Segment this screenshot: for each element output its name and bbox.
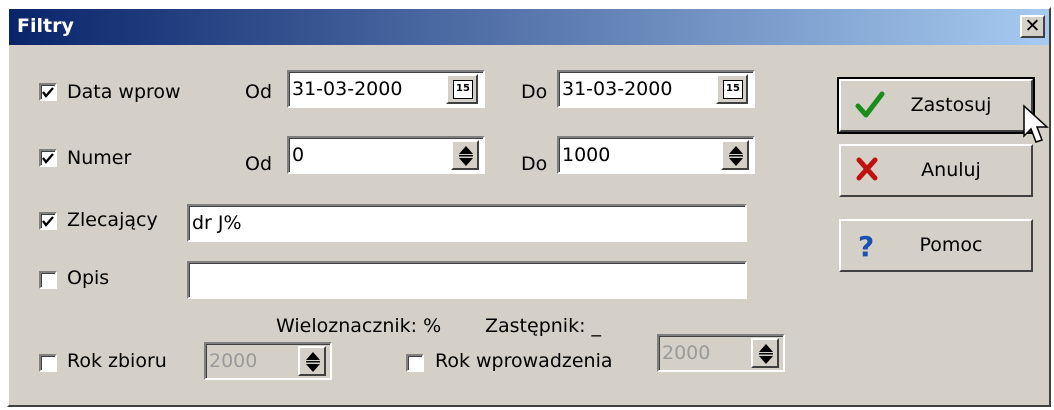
spinner[interactable]	[298, 346, 326, 376]
zlecajacy-label: Zlecający	[67, 209, 158, 231]
close-button[interactable]: ✕	[1020, 15, 1045, 38]
numer-do-value: 1000	[562, 144, 611, 166]
spinner[interactable]	[751, 338, 779, 368]
numer-od-field[interactable]: 0	[287, 136, 485, 174]
cancel-button[interactable]: Anuluj	[839, 144, 1033, 197]
data-wprow-od-field[interactable]: 31-03-2000 15	[287, 70, 485, 108]
spinner[interactable]	[721, 140, 749, 170]
mouse-cursor-icon	[1023, 104, 1049, 143]
calendar-icon: 15	[723, 80, 743, 99]
numer-checkbox[interactable]	[39, 149, 57, 167]
window-title: Filtry	[17, 15, 74, 37]
spin-arrows-icon	[759, 344, 773, 364]
opis-input[interactable]	[187, 261, 747, 299]
help-button[interactable]: ? Pomoc	[839, 219, 1033, 272]
wildcard-hint: Wieloznacznik: %	[276, 315, 442, 337]
numer-label: Numer	[67, 147, 132, 169]
numer-od-label: Od	[245, 153, 273, 175]
rok-wprowadzenia-label: Rok wprowadzenia	[435, 350, 613, 372]
zlecajacy-checkbox[interactable]	[39, 212, 57, 230]
calendar-button[interactable]: 15	[716, 74, 748, 104]
checkmark-icon	[42, 87, 54, 98]
data-wprow-od-label: Od	[245, 81, 273, 103]
rok-wprowadzenia-checkbox[interactable]	[406, 354, 424, 372]
calendar-button[interactable]: 15	[446, 74, 478, 104]
data-wprow-do-label: Do	[521, 81, 548, 103]
apply-label: Zastosuj	[910, 94, 992, 116]
numer-od-value: 0	[292, 144, 305, 166]
zlecajacy-input[interactable]: dr J%	[187, 204, 747, 242]
rok-zbioru-label: Rok zbioru	[67, 350, 167, 372]
help-label: Pomoc	[919, 234, 983, 256]
opis-label: Opis	[67, 267, 110, 289]
close-icon: ✕	[1024, 15, 1041, 37]
calendar-icon: 15	[453, 80, 473, 99]
checkmark-icon	[42, 153, 54, 164]
numer-do-label: Do	[521, 153, 548, 175]
spin-arrows-icon	[729, 146, 743, 166]
rok-zbioru-value: 2000	[209, 350, 258, 372]
filter-dialog: Filtry ✕ Data wprow Od 31-03-2000 15 Do …	[7, 7, 1051, 407]
rok-wprowadzenia-field[interactable]: 2000	[657, 334, 785, 372]
data-wprow-do-value: 31-03-2000	[562, 78, 673, 100]
rok-wprowadzenia-value: 2000	[662, 342, 711, 364]
data-wprow-od-value: 31-03-2000	[292, 78, 403, 100]
rok-zbioru-field[interactable]: 2000	[204, 342, 332, 380]
zlecajacy-value: dr J%	[192, 212, 242, 234]
placeholder-hint: Zastępnik: _	[485, 315, 602, 337]
cancel-label: Anuluj	[921, 159, 981, 181]
apply-button[interactable]: Zastosuj	[837, 77, 1035, 134]
title-bar[interactable]: Filtry ✕	[9, 9, 1049, 45]
spinner[interactable]	[451, 140, 479, 170]
data-wprow-checkbox[interactable]	[39, 83, 57, 101]
checkmark-icon	[42, 216, 54, 227]
numer-do-field[interactable]: 1000	[557, 136, 755, 174]
spin-arrows-icon	[459, 146, 473, 166]
data-wprow-do-field[interactable]: 31-03-2000 15	[557, 70, 755, 108]
spin-arrows-icon	[306, 352, 320, 372]
opis-checkbox[interactable]	[39, 271, 57, 289]
rok-zbioru-checkbox[interactable]	[39, 354, 57, 372]
data-wprow-label: Data wprow	[67, 81, 181, 103]
